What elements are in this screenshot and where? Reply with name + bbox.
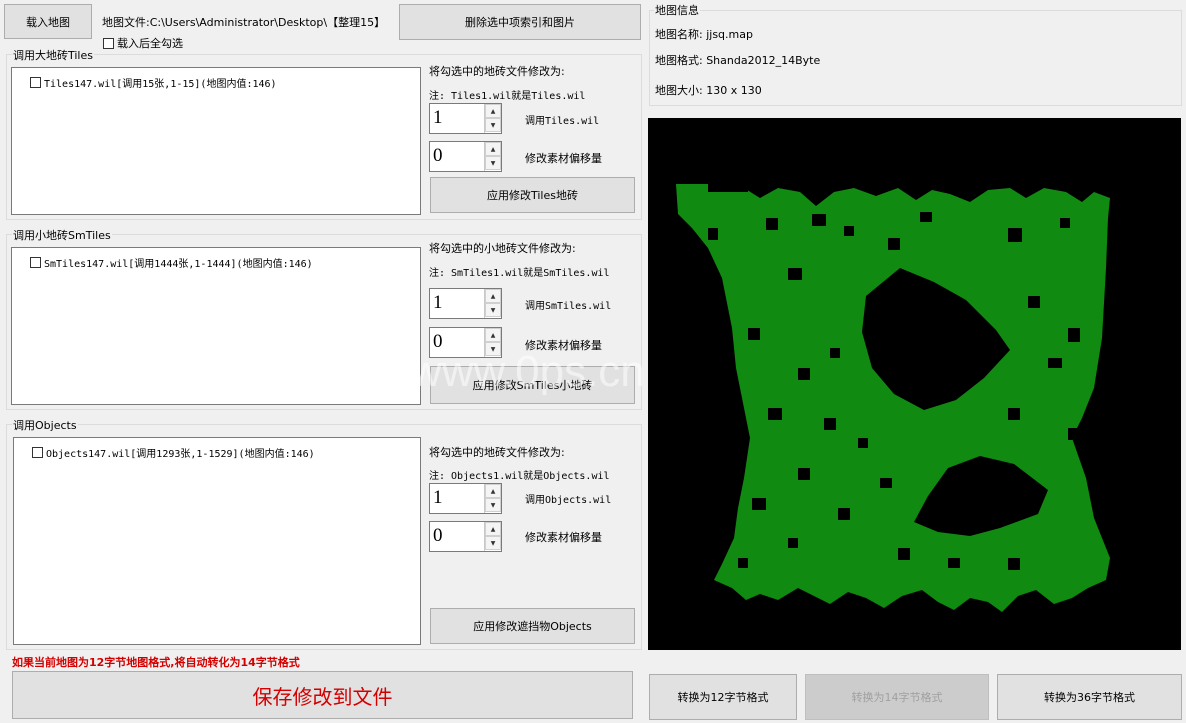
map-name: 地图名称: jjsq.map bbox=[655, 28, 753, 41]
list-item[interactable]: SmTiles147.wil[调用1444张,1-1444](地图内值:146) bbox=[30, 255, 313, 270]
tiles-note: 注: Tiles1.wil就是Tiles.wil bbox=[429, 91, 586, 102]
stepper-up-icon[interactable]: ▲ bbox=[485, 522, 501, 536]
stepper-up-icon[interactable]: ▲ bbox=[485, 484, 501, 498]
objects-file-stepper[interactable]: 1 ▲ ▼ bbox=[429, 483, 502, 514]
stepper-down-icon[interactable]: ▼ bbox=[485, 156, 501, 170]
stepper-down-icon[interactable]: ▼ bbox=[485, 303, 501, 317]
stepper-value: 1 bbox=[433, 487, 443, 508]
watermark-text: www.0ps.cn bbox=[410, 347, 645, 396]
stepper-down-icon[interactable]: ▼ bbox=[485, 536, 501, 550]
list-item-label: SmTiles147.wil[调用1444张,1-1444](地图内值:146) bbox=[44, 259, 313, 270]
map-format: 地图格式: Shanda2012_14Byte bbox=[655, 54, 821, 67]
delete-selected-button[interactable]: 删除选中项索引和图片 bbox=[399, 4, 641, 40]
list-item-label: Objects147.wil[调用1293张,1-1529](地图内值:146) bbox=[46, 449, 315, 460]
format-warning: 如果当前地图为12字节地图格式,将自动转化为14字节格式 bbox=[12, 656, 300, 669]
tiles-modify-label: 将勾选中的地砖文件修改为: bbox=[429, 65, 565, 78]
list-item[interactable]: Objects147.wil[调用1293张,1-1529](地图内值:146) bbox=[32, 445, 315, 460]
smtiles-group-title: 调用小地砖SmTiles bbox=[12, 227, 112, 243]
objects-group-title: 调用Objects bbox=[12, 417, 78, 433]
convert-14byte-button[interactable]: 转换为14字节格式 bbox=[805, 674, 989, 720]
check-all-label: 载入后全勾选 bbox=[117, 37, 183, 50]
apply-tiles-button[interactable]: 应用修改Tiles地砖 bbox=[430, 177, 635, 213]
tiles-file-label: 调用Tiles.wil bbox=[525, 116, 600, 127]
item-checkbox[interactable] bbox=[30, 257, 41, 268]
apply-objects-button[interactable]: 应用修改遮挡物Objects bbox=[430, 608, 635, 644]
convert-12byte-button[interactable]: 转换为12字节格式 bbox=[649, 674, 797, 720]
tiles-file-stepper[interactable]: 1 ▲ ▼ bbox=[429, 103, 502, 134]
load-map-button[interactable]: 载入地图 bbox=[4, 4, 92, 39]
stepper-up-icon[interactable]: ▲ bbox=[485, 142, 501, 156]
objects-modify-label: 将勾选中的地砖文件修改为: bbox=[429, 446, 565, 459]
smtiles-listbox[interactable]: SmTiles147.wil[调用1444张,1-1444](地图内值:146) bbox=[11, 247, 421, 405]
objects-listbox[interactable]: Objects147.wil[调用1293张,1-1529](地图内值:146) bbox=[13, 437, 421, 645]
stepper-down-icon[interactable]: ▼ bbox=[485, 118, 501, 132]
list-item-label: Tiles147.wil[调用15张,1-15](地图内值:146) bbox=[44, 79, 277, 90]
save-to-file-button[interactable]: 保存修改到文件 bbox=[12, 671, 633, 719]
stepper-value: 1 bbox=[433, 107, 443, 128]
list-item[interactable]: Tiles147.wil[调用15张,1-15](地图内值:146) bbox=[30, 75, 277, 90]
stepper-value: 1 bbox=[433, 292, 443, 313]
tiles-group-title: 调用大地砖Tiles bbox=[12, 47, 94, 63]
map-file-path: 地图文件:C:\Users\Administrator\Desktop\【整理1… bbox=[102, 16, 386, 29]
convert-36byte-button[interactable]: 转换为36字节格式 bbox=[997, 674, 1182, 720]
map-preview[interactable] bbox=[648, 118, 1181, 650]
smtiles-modify-label: 将勾选中的小地砖文件修改为: bbox=[429, 242, 576, 255]
smtiles-file-label: 调用SmTiles.wil bbox=[525, 301, 612, 312]
objects-offset-stepper[interactable]: 0 ▲ ▼ bbox=[429, 521, 502, 552]
stepper-value: 0 bbox=[433, 145, 443, 166]
tiles-listbox[interactable]: Tiles147.wil[调用15张,1-15](地图内值:146) bbox=[11, 67, 421, 215]
objects-note: 注: Objects1.wil就是Objects.wil bbox=[429, 471, 610, 482]
check-all-checkbox[interactable]: 载入后全勾选 bbox=[103, 35, 183, 51]
stepper-down-icon[interactable]: ▼ bbox=[485, 498, 501, 512]
checkbox-box[interactable] bbox=[103, 37, 114, 49]
stepper-value: 0 bbox=[433, 525, 443, 546]
tiles-offset-label: 修改素材偏移量 bbox=[525, 152, 602, 165]
stepper-up-icon[interactable]: ▲ bbox=[485, 328, 501, 342]
map-size: 地图大小: 130 x 130 bbox=[655, 84, 762, 97]
stepper-up-icon[interactable]: ▲ bbox=[485, 104, 501, 118]
tiles-offset-stepper[interactable]: 0 ▲ ▼ bbox=[429, 141, 502, 172]
item-checkbox[interactable] bbox=[30, 77, 41, 88]
smtiles-note: 注: SmTiles1.wil就是SmTiles.wil bbox=[429, 268, 610, 279]
stepper-up-icon[interactable]: ▲ bbox=[485, 289, 501, 303]
item-checkbox[interactable] bbox=[32, 447, 43, 458]
map-preview-image bbox=[676, 184, 1110, 612]
smtiles-file-stepper[interactable]: 1 ▲ ▼ bbox=[429, 288, 502, 319]
objects-offset-label: 修改素材偏移量 bbox=[525, 531, 602, 544]
map-info-title: 地图信息 bbox=[654, 2, 700, 18]
objects-file-label: 调用Objects.wil bbox=[525, 495, 612, 506]
